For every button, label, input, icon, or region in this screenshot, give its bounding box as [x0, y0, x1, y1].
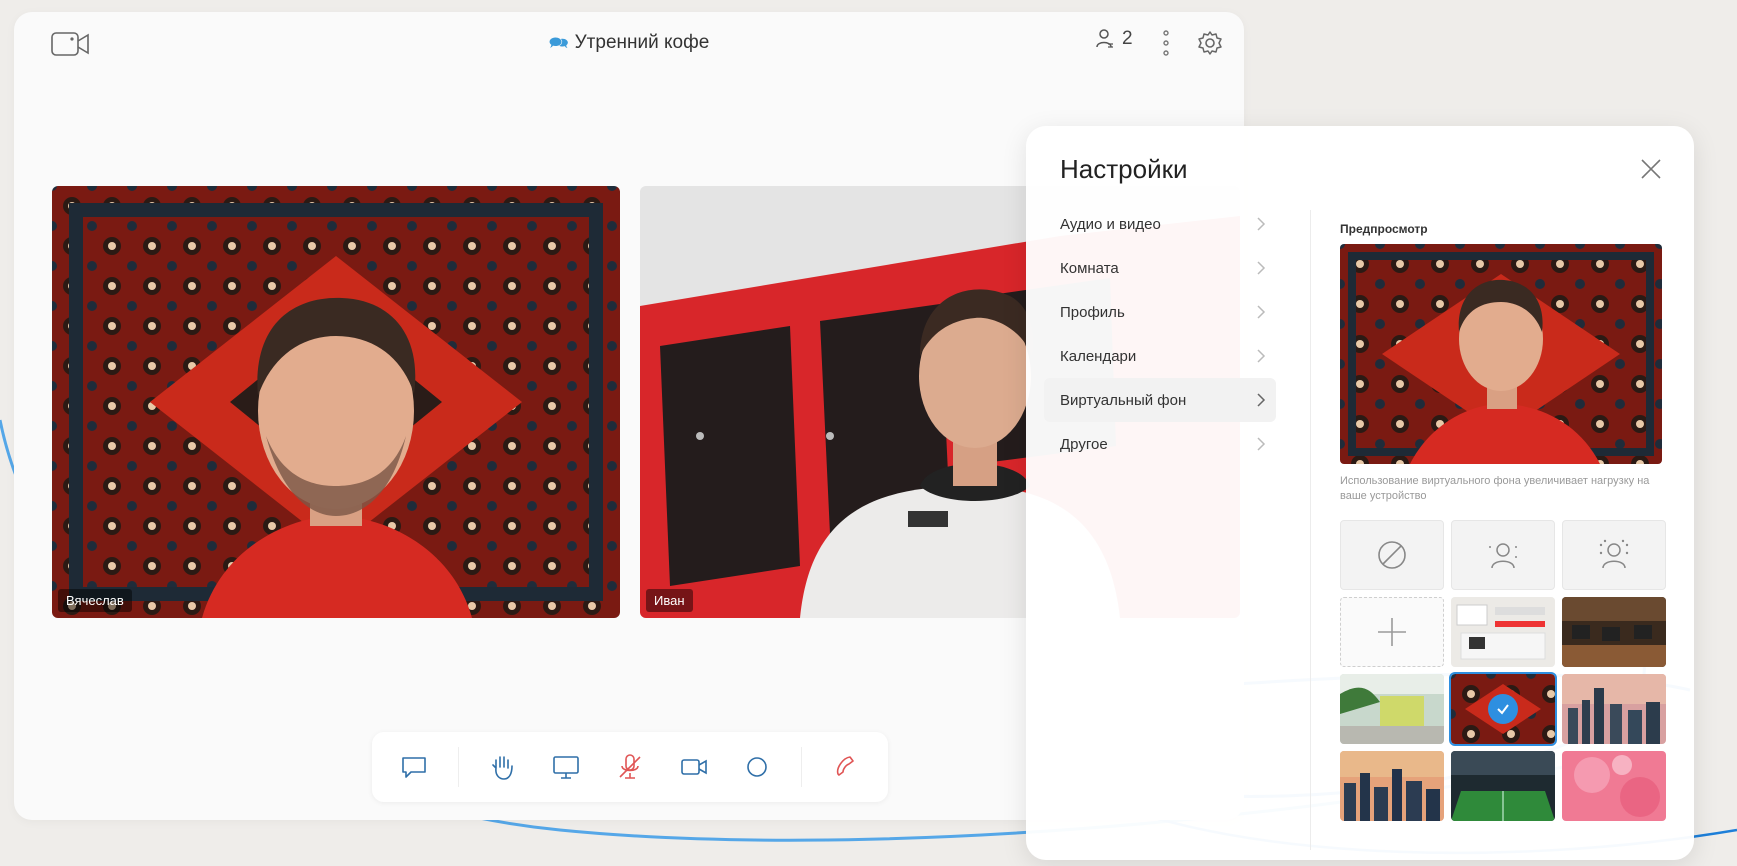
add-background-button[interactable] — [1340, 597, 1444, 667]
nav-item-profile[interactable]: Профиль — [1044, 290, 1276, 334]
hang-up-icon — [836, 756, 854, 776]
chevron-right-icon — [1257, 349, 1266, 363]
screen-share-icon — [553, 756, 579, 779]
pink-bokeh-image — [1562, 751, 1666, 821]
nav-item-other[interactable]: Другое — [1044, 422, 1276, 466]
chevron-right-icon — [1257, 261, 1266, 275]
settings-nav: Аудио и видео Комната Профиль Календари … — [1044, 202, 1276, 466]
separator — [457, 747, 459, 787]
room-title-text: Утренний кофе — [574, 32, 710, 53]
background-option-blur-light[interactable] — [1451, 520, 1555, 590]
check-icon — [1497, 704, 1509, 715]
background-preview — [1340, 244, 1662, 464]
background-option-stadium[interactable] — [1451, 751, 1555, 821]
more-options-icon[interactable] — [1158, 28, 1174, 58]
city-skyline-image — [1562, 674, 1666, 744]
chat-button[interactable] — [394, 747, 434, 787]
carpet-background-video — [52, 186, 620, 618]
nav-item-label: Аудио и видео — [1060, 215, 1161, 233]
nav-item-label: Другое — [1060, 435, 1108, 453]
chat-icon — [402, 757, 426, 778]
preview-image — [1340, 244, 1662, 464]
background-option-garden[interactable] — [1340, 674, 1444, 744]
preview-label: Предпросмотр — [1340, 222, 1428, 236]
nav-item-calendars[interactable]: Календари — [1044, 334, 1276, 378]
settings-panel: Настройки Аудио и видео Комната Профиль … — [1026, 126, 1694, 860]
background-options-grid — [1340, 520, 1666, 821]
participant-name-tag: Вячеслав — [58, 589, 132, 612]
background-option-carpet[interactable] — [1449, 672, 1557, 746]
room-title: 🗪 Утренний кофе — [14, 32, 1244, 59]
background-option-city-skyline[interactable] — [1562, 674, 1666, 744]
nav-item-room[interactable]: Комната — [1044, 246, 1276, 290]
chevron-right-icon — [1257, 217, 1266, 231]
camera-logo-icon[interactable] — [50, 30, 92, 58]
settings-title: Настройки — [1060, 154, 1188, 184]
separator — [801, 747, 803, 787]
nav-item-label: Комната — [1060, 259, 1119, 277]
raise-hand-button[interactable] — [482, 747, 522, 787]
camera-icon — [680, 759, 707, 775]
none-icon — [1378, 541, 1406, 569]
nav-item-label: Виртуальный фон — [1060, 391, 1187, 409]
gear-icon[interactable] — [1196, 29, 1224, 57]
participants-icon — [1096, 29, 1113, 48]
chevron-right-icon — [1257, 437, 1266, 451]
participants-count: 2 — [1122, 28, 1133, 49]
chat-bubble-icon: 🗪 — [548, 35, 569, 52]
nav-item-label: Профиль — [1060, 303, 1125, 321]
selected-check-badge — [1488, 694, 1518, 724]
nav-item-virtual-background[interactable]: Виртуальный фон — [1044, 378, 1276, 422]
city-dusk-image — [1340, 751, 1444, 821]
hang-up-button[interactable] — [826, 747, 866, 787]
workspace-image — [1562, 597, 1666, 667]
panel-divider — [1310, 210, 1311, 850]
background-option-workspace[interactable] — [1562, 597, 1666, 667]
top-bar: 🗪 Утренний кофе 2 — [14, 12, 1244, 74]
mic-muted-icon — [619, 754, 641, 779]
garden-image — [1340, 674, 1444, 744]
background-option-none[interactable] — [1340, 520, 1444, 590]
camera-button[interactable] — [674, 747, 714, 787]
video-tile-vyacheslav[interactable]: Вячеслав — [52, 186, 620, 618]
background-option-office[interactable] — [1451, 597, 1555, 667]
background-option-blur-strong[interactable] — [1562, 520, 1666, 590]
participant-name-tag: Иван — [646, 589, 693, 612]
call-controls-bar — [372, 732, 888, 802]
nav-item-label: Календари — [1060, 347, 1137, 365]
record-icon — [747, 757, 768, 777]
raise-hand-icon — [492, 756, 514, 780]
performance-note: Использование виртуального фона увеличив… — [1340, 475, 1650, 502]
office-image — [1451, 597, 1555, 667]
mute-microphone-button[interactable] — [610, 747, 650, 787]
chevron-right-icon — [1257, 393, 1266, 407]
screen-share-button[interactable] — [546, 747, 586, 787]
add-icon — [1378, 618, 1406, 646]
blur-strong-icon — [1599, 539, 1629, 569]
stadium-image — [1451, 751, 1555, 821]
close-icon[interactable] — [1638, 156, 1664, 182]
nav-item-audio-video[interactable]: Аудио и видео — [1044, 202, 1276, 246]
background-option-city-dusk[interactable] — [1340, 751, 1444, 821]
participants-button[interactable]: 2 — [1094, 28, 1133, 50]
chevron-right-icon — [1257, 305, 1266, 319]
blur-light-icon — [1489, 543, 1517, 569]
background-option-pink-bokeh[interactable] — [1562, 751, 1666, 821]
record-button[interactable] — [737, 747, 777, 787]
